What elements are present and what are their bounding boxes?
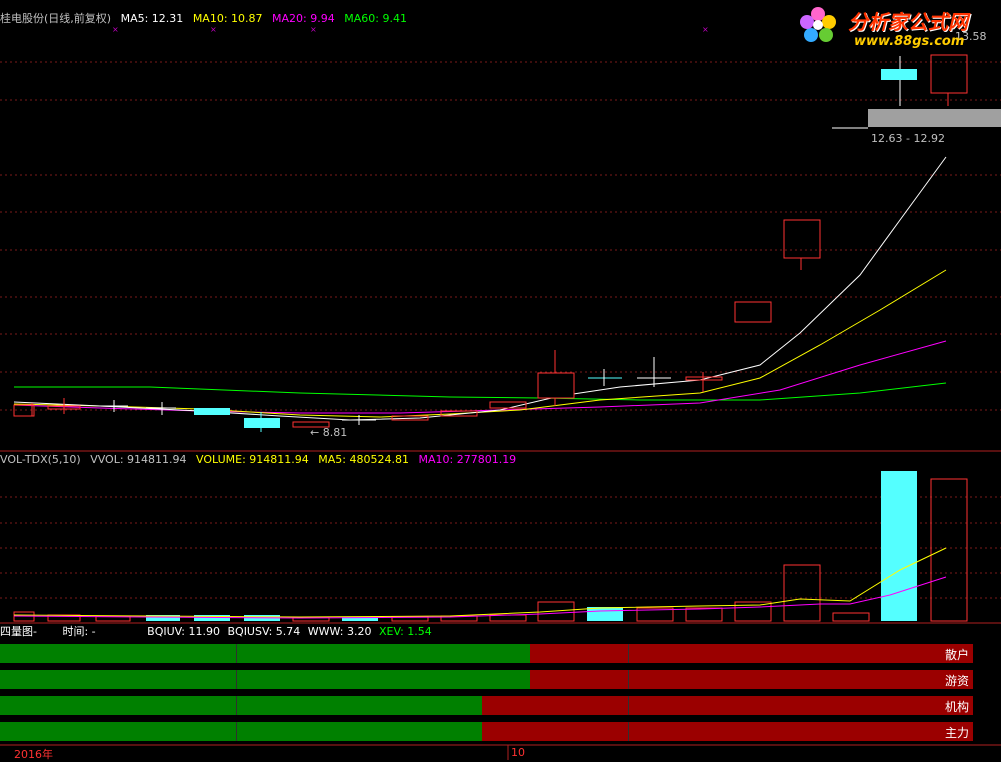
bottom-header: 四量图- 时间: - BQIUV: 11.90 BQIUSV: 5.74 WWW… bbox=[0, 625, 438, 639]
sentiment-bar-green bbox=[0, 696, 482, 715]
sentiment-bar-green bbox=[0, 670, 530, 689]
sentiment-bar-red bbox=[482, 722, 973, 741]
sentiment-bar-red bbox=[530, 644, 973, 663]
volume-grid bbox=[0, 496, 1001, 599]
vol-indicator-name[interactable]: VOL-TDX(5,10) bbox=[0, 453, 81, 466]
sentiment-bar-row: 散户 bbox=[0, 644, 973, 663]
sentiment-bar-row: 主力 bbox=[0, 722, 973, 741]
site-logo: 分析家公式网 www.88gs.com bbox=[796, 2, 991, 52]
vol-ma5-readout: MA5: 480524.81 bbox=[318, 453, 409, 466]
volume-readout: VOLUME: 914811.94 bbox=[196, 453, 309, 466]
sentiment-bar-label: 游资 bbox=[944, 674, 969, 688]
bar-divider bbox=[628, 644, 629, 663]
bar-divider bbox=[236, 644, 237, 663]
signal-marks: × × × × bbox=[112, 25, 709, 34]
bar-divider bbox=[628, 722, 629, 741]
candles bbox=[13, 54, 968, 432]
ma60-readout: MA60: 9.41 bbox=[344, 12, 407, 25]
bar-divider bbox=[628, 670, 629, 689]
svg-text:×: × bbox=[702, 25, 709, 34]
volume-header: VOL-TDX(5,10) VVOL: 914811.94 VOLUME: 91… bbox=[0, 453, 522, 467]
ma20-line bbox=[13, 340, 947, 414]
vol-ma5-line bbox=[13, 547, 947, 618]
candle-up bbox=[930, 54, 968, 94]
sentiment-bar-green bbox=[0, 722, 482, 741]
vol-bar bbox=[587, 607, 623, 621]
price-grid bbox=[0, 61, 1001, 411]
bar-divider bbox=[628, 696, 629, 715]
price-range-box bbox=[868, 109, 1001, 127]
candle-down bbox=[881, 69, 917, 80]
bar-divider bbox=[236, 696, 237, 715]
ma20-readout: MA20: 9.94 bbox=[272, 12, 335, 25]
candle-up bbox=[783, 219, 821, 259]
ma5-line bbox=[13, 156, 947, 421]
candle-down bbox=[244, 418, 280, 428]
vol-ma10-readout: MA10: 277801.19 bbox=[418, 453, 517, 466]
logo-title: 分析家公式网 bbox=[848, 10, 968, 34]
ma5-readout: MA5: 12.31 bbox=[120, 12, 184, 25]
sentiment-bar-green bbox=[0, 644, 530, 663]
bqiuv-readout: BQIUV: 11.90 bbox=[147, 625, 220, 638]
sentiment-bar-row: 游资 bbox=[0, 670, 973, 689]
svg-text:×: × bbox=[210, 25, 217, 34]
logo-url[interactable]: www.88gs.com bbox=[854, 34, 964, 49]
sentiment-bar-red bbox=[482, 696, 973, 715]
sentiment-bar-label: 主力 bbox=[944, 726, 969, 740]
ma10-line bbox=[13, 269, 947, 418]
svg-text:×: × bbox=[112, 25, 119, 34]
xev-readout: XEV: 1.54 bbox=[378, 625, 432, 638]
vol-bar bbox=[881, 471, 917, 621]
sentiment-bar-red bbox=[530, 670, 973, 689]
sentiment-bar-label: 散户 bbox=[944, 648, 969, 662]
vol-bar bbox=[832, 612, 870, 622]
svg-text:×: × bbox=[310, 25, 317, 34]
www-readout: WWW: 3.20 bbox=[307, 625, 372, 638]
vol-bar bbox=[685, 607, 723, 622]
ma10-readout: MA10: 10.87 bbox=[192, 12, 263, 25]
ma60-line bbox=[14, 382, 947, 401]
sentiment-bar-row: 机构 bbox=[0, 696, 973, 715]
bar-divider bbox=[236, 722, 237, 741]
candle-up bbox=[537, 372, 575, 399]
price-range-label: 12.63 - 12.92 bbox=[871, 132, 945, 145]
time-readout: 时间: - bbox=[62, 625, 96, 638]
vvol-readout: VVOL: 914811.94 bbox=[90, 453, 187, 466]
sentiment-bar-label: 机构 bbox=[944, 700, 969, 714]
stock-title[interactable]: 桂电股份(日线,前复权) bbox=[0, 12, 111, 25]
kline-header: 桂电股份(日线,前复权) MA5: 12.31 MA10: 10.87 MA20… bbox=[0, 12, 413, 26]
vol-bar bbox=[930, 478, 968, 622]
bqiusv-readout: BQIUSV: 5.74 bbox=[227, 625, 301, 638]
low-price-marker: ← 8.81 bbox=[310, 426, 348, 439]
candle-down bbox=[194, 408, 230, 415]
month-label: 10 bbox=[511, 746, 525, 759]
panel-name[interactable]: 四量图- bbox=[0, 625, 37, 638]
candle-up bbox=[734, 301, 772, 323]
bar-divider bbox=[236, 670, 237, 689]
